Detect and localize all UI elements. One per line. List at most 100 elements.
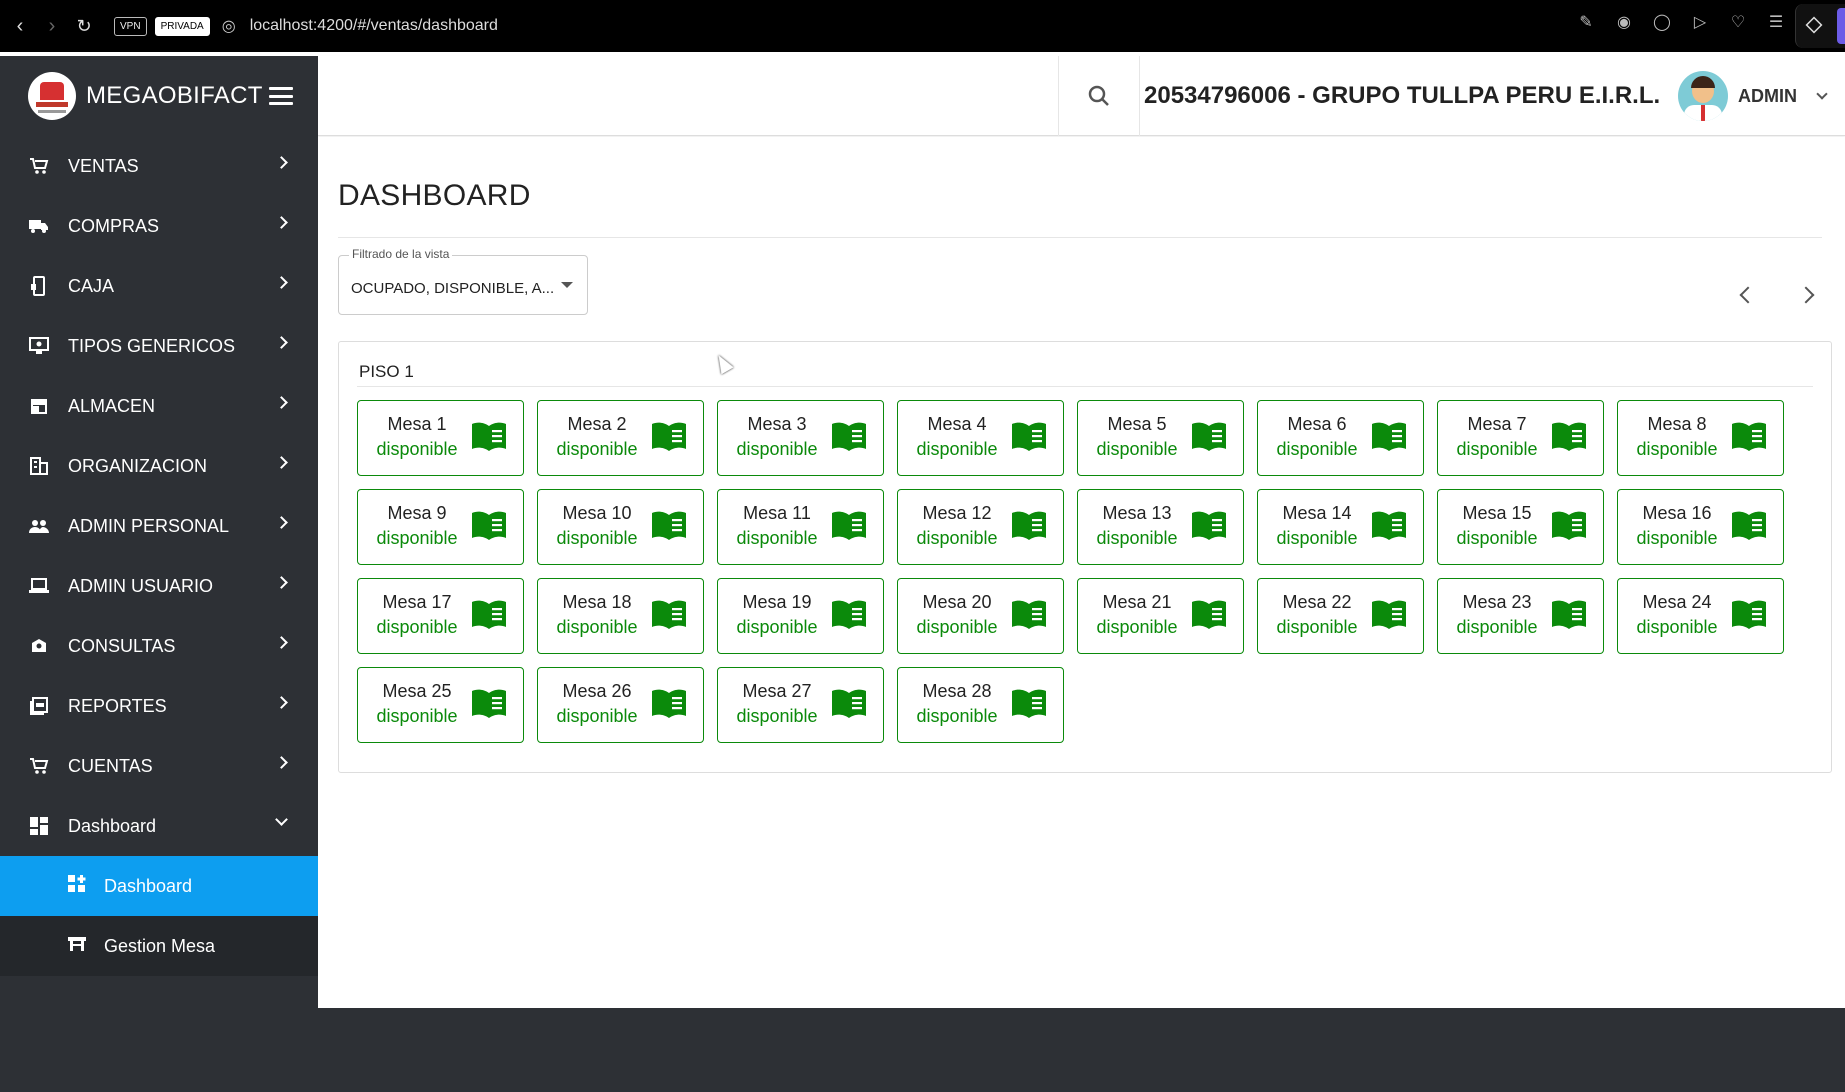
table-status: disponible [1636, 528, 1718, 548]
table-status: disponible [556, 706, 638, 726]
table-card[interactable]: Mesa 24 disponible [1617, 578, 1784, 654]
sidebar-item-admin-usuario[interactable]: ADMIN USUARIO [0, 556, 318, 616]
sidebar-item-cuentas[interactable]: CUENTAS [0, 736, 318, 796]
table-card[interactable]: Mesa 13 disponible [1077, 489, 1244, 565]
subitem-label: Dashboard [104, 875, 193, 896]
table-card[interactable]: Mesa 16 disponible [1617, 489, 1784, 565]
shield-icon[interactable]: ◯ [1653, 14, 1671, 32]
subitem-gestion-mesa[interactable]: Gestion Mesa [0, 916, 318, 976]
sidebar-menu: VENTAS COMPRAS CAJA TIPOS GENERICOS ALMA… [0, 136, 318, 856]
table-status: disponible [376, 439, 458, 459]
table-card[interactable]: Mesa 10 disponible [537, 489, 704, 565]
sidebar-item-organizacion[interactable]: ORGANIZACION [0, 436, 318, 496]
avatar[interactable] [1678, 71, 1728, 121]
table-status: disponible [1456, 617, 1538, 637]
sidebar-item-label: TIPOS GENERICOS [68, 335, 236, 356]
sidebar-item-almacen[interactable]: ALMACEN [0, 376, 318, 436]
vpn-badge[interactable]: VPN [114, 16, 147, 36]
table-card[interactable]: Mesa 4 disponible [897, 400, 1064, 476]
building-icon [28, 456, 50, 476]
table-card[interactable]: Mesa 21 disponible [1077, 578, 1244, 654]
table-card[interactable]: Mesa 7 disponible [1437, 400, 1604, 476]
sidebar-item-label: ADMIN USUARIO [68, 575, 214, 596]
table-card[interactable]: Mesa 5 disponible [1077, 400, 1244, 476]
chevron-right-icon [275, 636, 288, 649]
chevron-left-icon[interactable] [1739, 286, 1757, 304]
tables-grid: Mesa 1 disponible Mesa 2 disponible Mesa 3 di… [357, 400, 1784, 743]
table-card[interactable]: Mesa 19 disponible [717, 578, 884, 654]
table-name: Mesa 1 [387, 414, 447, 434]
book-icon [470, 510, 508, 542]
chevron-right-icon [275, 396, 288, 409]
user-name[interactable]: ADMIN [1738, 56, 1797, 136]
sidebar-item-reportes[interactable]: REPORTES [0, 676, 318, 736]
sidebar-item-tipos-genericos[interactable]: TIPOS GENERICOS [0, 316, 318, 376]
extension-button[interactable] [1795, 4, 1845, 48]
chevron-right-icon[interactable] [1797, 286, 1815, 304]
dashboard-icon [28, 816, 50, 836]
search-icon [1088, 85, 1109, 106]
search-button[interactable] [1058, 56, 1140, 136]
table-name: Mesa 28 [922, 681, 992, 701]
table-card[interactable]: Mesa 15 disponible [1437, 489, 1604, 565]
pdf-icon [28, 696, 50, 716]
table-name: Mesa 23 [1462, 592, 1532, 612]
table-card[interactable]: Mesa 20 disponible [897, 578, 1064, 654]
back-icon[interactable]: ‹ [4, 10, 36, 42]
table-card[interactable]: Mesa 14 disponible [1257, 489, 1424, 565]
book-icon [830, 688, 868, 720]
menu-icon[interactable]: ☰ [1767, 14, 1785, 32]
table-card[interactable]: Mesa 17 disponible [357, 578, 524, 654]
sidebar-item-label: ALMACEN [68, 395, 156, 416]
book-icon [650, 510, 688, 542]
table-card[interactable]: Mesa 23 disponible [1437, 578, 1604, 654]
book-icon [830, 510, 868, 542]
table-card[interactable]: Mesa 27 disponible [717, 667, 884, 743]
chevron-down-icon[interactable] [1816, 88, 1828, 100]
sidebar-item-dashboard[interactable]: Dashboard [0, 796, 318, 856]
table-status: disponible [916, 439, 998, 459]
sidebar-item-compras[interactable]: COMPRAS [0, 196, 318, 256]
address-bar[interactable]: localhost:4200/#/ventas/dashboard [250, 17, 498, 35]
chevron-right-icon [275, 336, 288, 349]
sidebar-item-consultas[interactable]: CONSULTAS [0, 616, 318, 676]
table-card[interactable]: Mesa 9 disponible [357, 489, 524, 565]
sidebar-item-ventas[interactable]: VENTAS [0, 136, 318, 196]
table-card[interactable]: Mesa 1 disponible [357, 400, 524, 476]
book-icon [1370, 510, 1408, 542]
caret-down-icon [561, 282, 573, 288]
table-card[interactable]: Mesa 26 disponible [537, 667, 704, 743]
subitem-dashboard[interactable]: Dashboard [0, 856, 318, 916]
table-name: Mesa 16 [1642, 503, 1712, 523]
table-name: Mesa 27 [742, 681, 812, 701]
forward-icon[interactable]: › [36, 10, 68, 42]
table-name: Mesa 19 [742, 592, 812, 612]
reload-icon[interactable]: ↻ [68, 10, 100, 42]
table-card[interactable]: Mesa 3 disponible [717, 400, 884, 476]
people-icon [28, 516, 50, 536]
table-name: Mesa 3 [747, 414, 807, 434]
sidebar-item-admin-personal[interactable]: ADMIN PERSONAL [0, 496, 318, 556]
table-card[interactable]: Mesa 8 disponible [1617, 400, 1784, 476]
globe-icon[interactable]: ◎ [222, 16, 236, 36]
table-card[interactable]: Mesa 2 disponible [537, 400, 704, 476]
table-card[interactable]: Mesa 28 disponible [897, 667, 1064, 743]
table-card[interactable]: Mesa 22 disponible [1257, 578, 1424, 654]
table-card[interactable]: Mesa 12 disponible [897, 489, 1064, 565]
table-card[interactable]: Mesa 11 disponible [717, 489, 884, 565]
table-card[interactable]: Mesa 25 disponible [357, 667, 524, 743]
send-icon[interactable]: ▷ [1691, 14, 1709, 32]
table-name: Mesa 4 [927, 414, 987, 434]
table-card[interactable]: Mesa 6 disponible [1257, 400, 1424, 476]
private-badge: PRIVADA [154, 16, 210, 36]
brand: MEGAOBIFACT [0, 56, 318, 136]
book-icon [650, 421, 688, 453]
hamburger-icon[interactable] [268, 87, 293, 105]
view-filter-select[interactable]: Filtrado de la vista OCUPADO, DISPONIBLE… [338, 247, 588, 315]
table-card[interactable]: Mesa 18 disponible [537, 578, 704, 654]
heart-icon[interactable]: ♡ [1729, 14, 1747, 32]
edit-icon[interactable]: ✎ [1577, 14, 1595, 32]
camera-icon[interactable]: ◉ [1615, 14, 1633, 32]
table-name: Mesa 18 [562, 592, 632, 612]
sidebar-item-caja[interactable]: CAJA [0, 256, 318, 316]
